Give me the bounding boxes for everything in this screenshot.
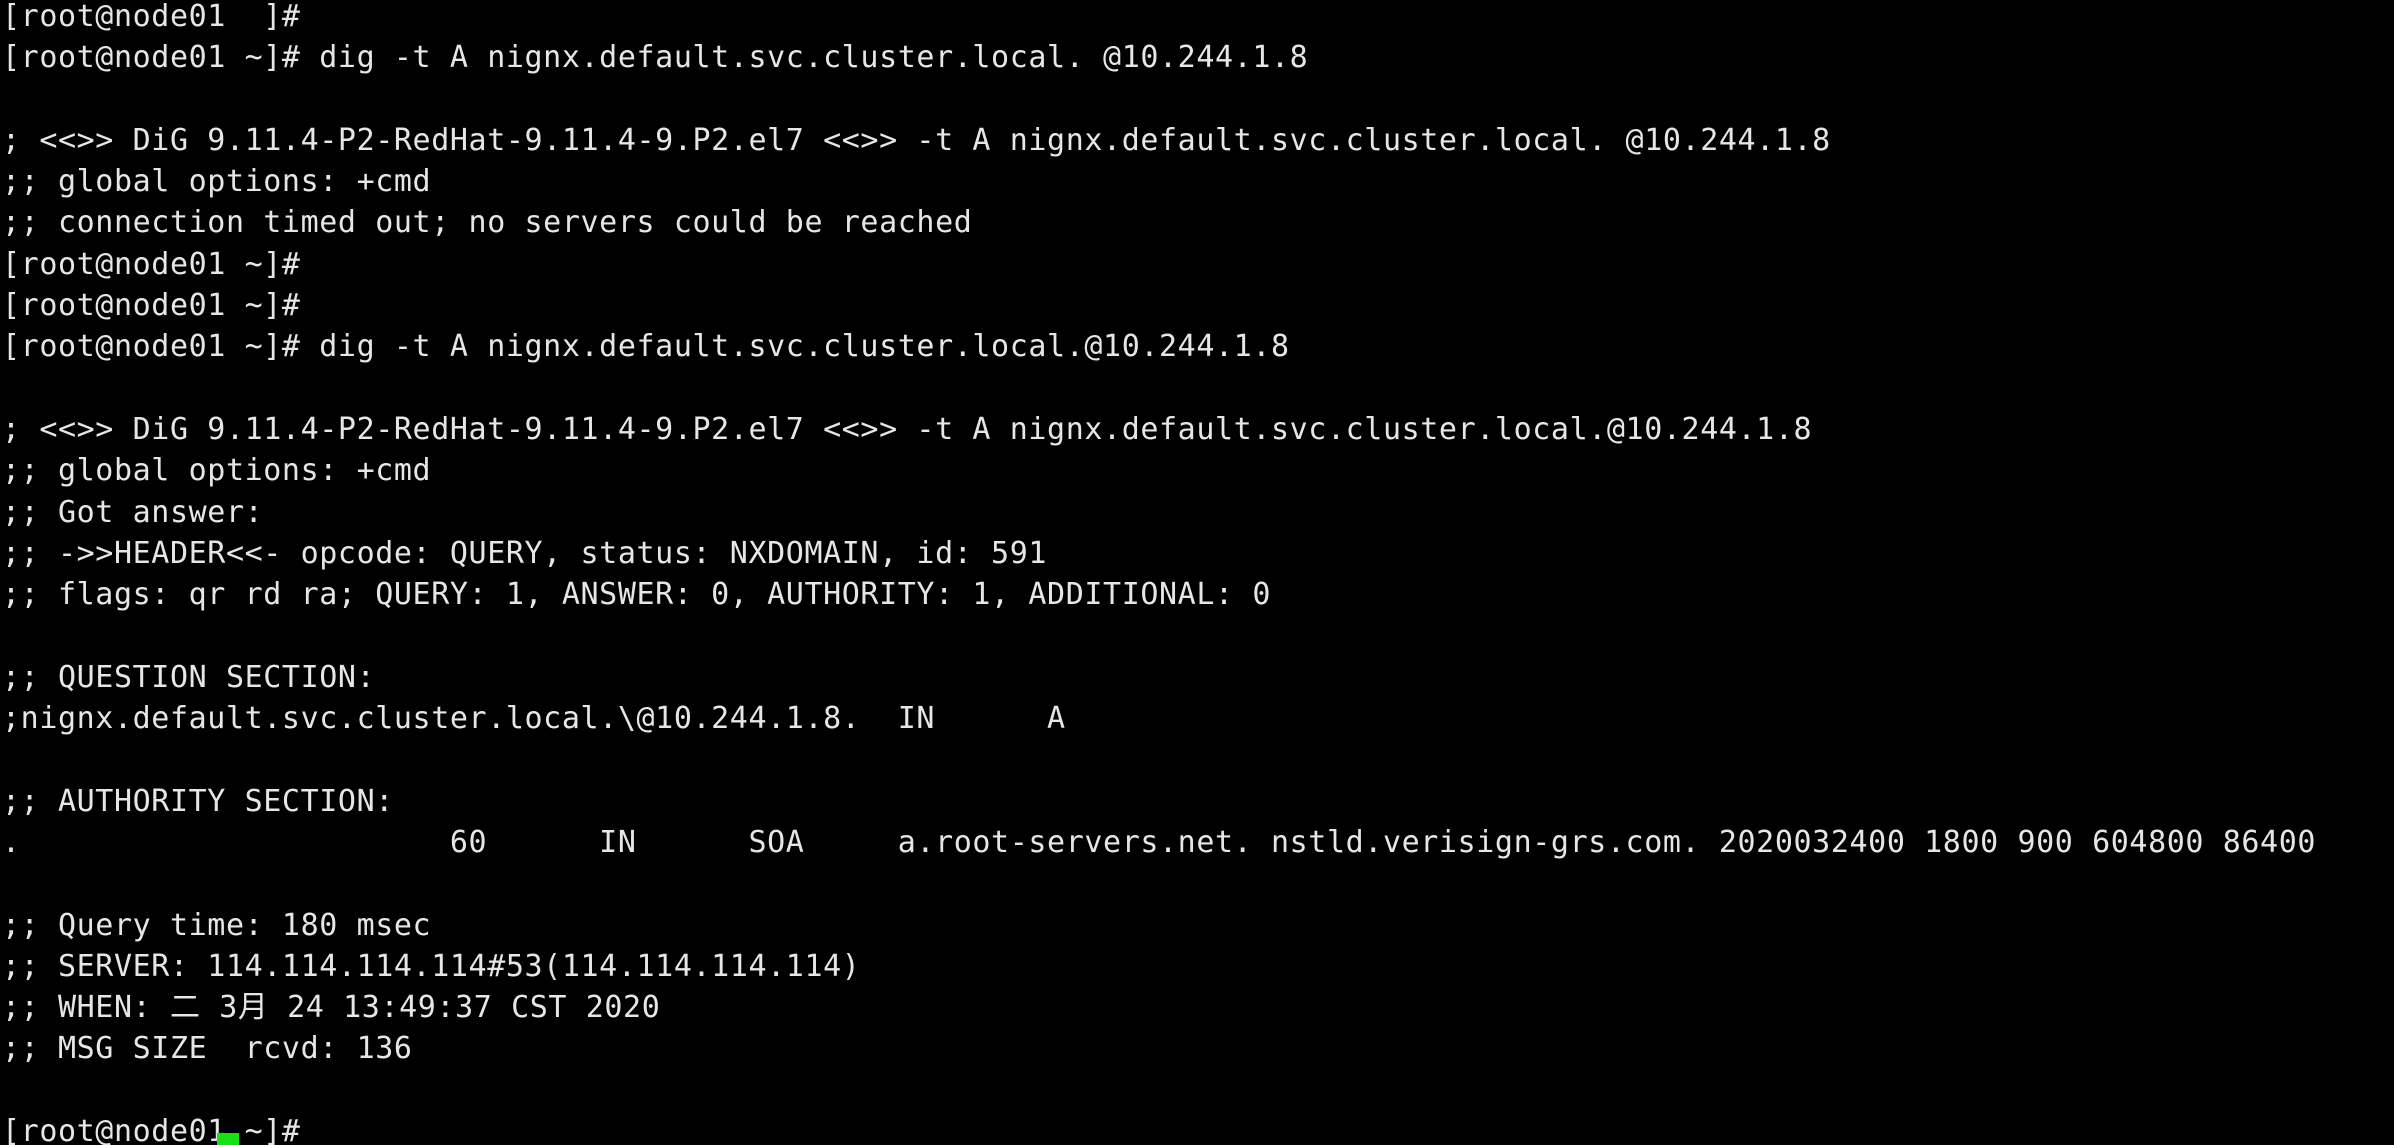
terminal-line: . 60 IN SOA a.root-servers.net. nstld.ve… xyxy=(2,824,2317,860)
terminal-line: ;; connection timed out; no servers coul… xyxy=(2,205,973,241)
terminal-line: [root@node01 ~]# dig -t A nignx.default.… xyxy=(2,329,1290,365)
terminal-cursor xyxy=(217,1133,239,1145)
terminal-line: ;; SERVER: 114.114.114.114#53(114.114.11… xyxy=(2,948,861,984)
terminal-line: ; <<>> DiG 9.11.4-P2-RedHat-9.11.4-9.P2.… xyxy=(2,411,1813,447)
terminal-line: ;; global options: +cmd xyxy=(2,164,432,200)
terminal-line: ;; Got answer: xyxy=(2,494,264,530)
terminal-line: [root@node01 ~]# dig -t A nignx.default.… xyxy=(2,40,1309,76)
terminal-line: [root@node01 ~]# xyxy=(2,288,301,324)
terminal-line: ;; global options: +cmd xyxy=(2,453,432,489)
terminal-line: ;; WHEN: 二 3月 24 13:49:37 CST 2020 xyxy=(2,990,661,1026)
terminal-line: [root@node01 ]# xyxy=(2,0,301,34)
terminal-line: ;; MSG SIZE rcvd: 136 xyxy=(2,1031,413,1067)
terminal-line: ;nignx.default.svc.cluster.local.\@10.24… xyxy=(2,701,1066,737)
terminal-screen[interactable]: [root@node01 ]# [root@node01 ~]# dig -t … xyxy=(2,0,2394,1145)
terminal-window[interactable]: [root@node01 ]# [root@node01 ~]# dig -t … xyxy=(0,0,2394,1145)
terminal-line: ; <<>> DiG 9.11.4-P2-RedHat-9.11.4-9.P2.… xyxy=(2,122,1831,158)
terminal-line: ;; Query time: 180 msec xyxy=(2,907,432,943)
terminal-line: ;; ->>HEADER<<- opcode: QUERY, status: N… xyxy=(2,535,1048,571)
terminal-line: ;; AUTHORITY SECTION: xyxy=(2,783,394,819)
terminal-line: [root@node01 ~]# xyxy=(2,1114,301,1145)
terminal-line: [root@node01 ~]# xyxy=(2,246,301,282)
terminal-line: ;; flags: qr rd ra; QUERY: 1, ANSWER: 0,… xyxy=(2,577,1271,613)
terminal-line: ;; QUESTION SECTION: xyxy=(2,659,376,695)
